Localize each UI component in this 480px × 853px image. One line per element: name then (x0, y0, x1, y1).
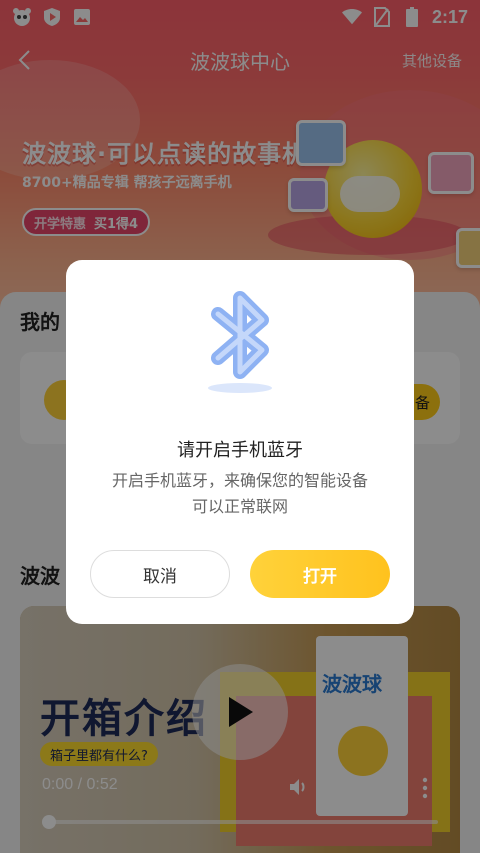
dialog-message: 开启手机蓝牙，来确保您的智能设备 可以正常联网 (86, 468, 394, 520)
bluetooth-dialog: 请开启手机蓝牙 开启手机蓝牙，来确保您的智能设备 可以正常联网 取消 打开 (66, 260, 414, 624)
open-bluetooth-button[interactable]: 打开 (250, 550, 390, 598)
dialog-message-line: 开启手机蓝牙，来确保您的智能设备 (111, 471, 368, 490)
bluetooth-icon (208, 291, 272, 393)
cancel-button[interactable]: 取消 (90, 550, 230, 598)
dialog-message-line: 可以正常联网 (191, 497, 288, 516)
dialog-title: 请开启手机蓝牙 (177, 440, 303, 461)
